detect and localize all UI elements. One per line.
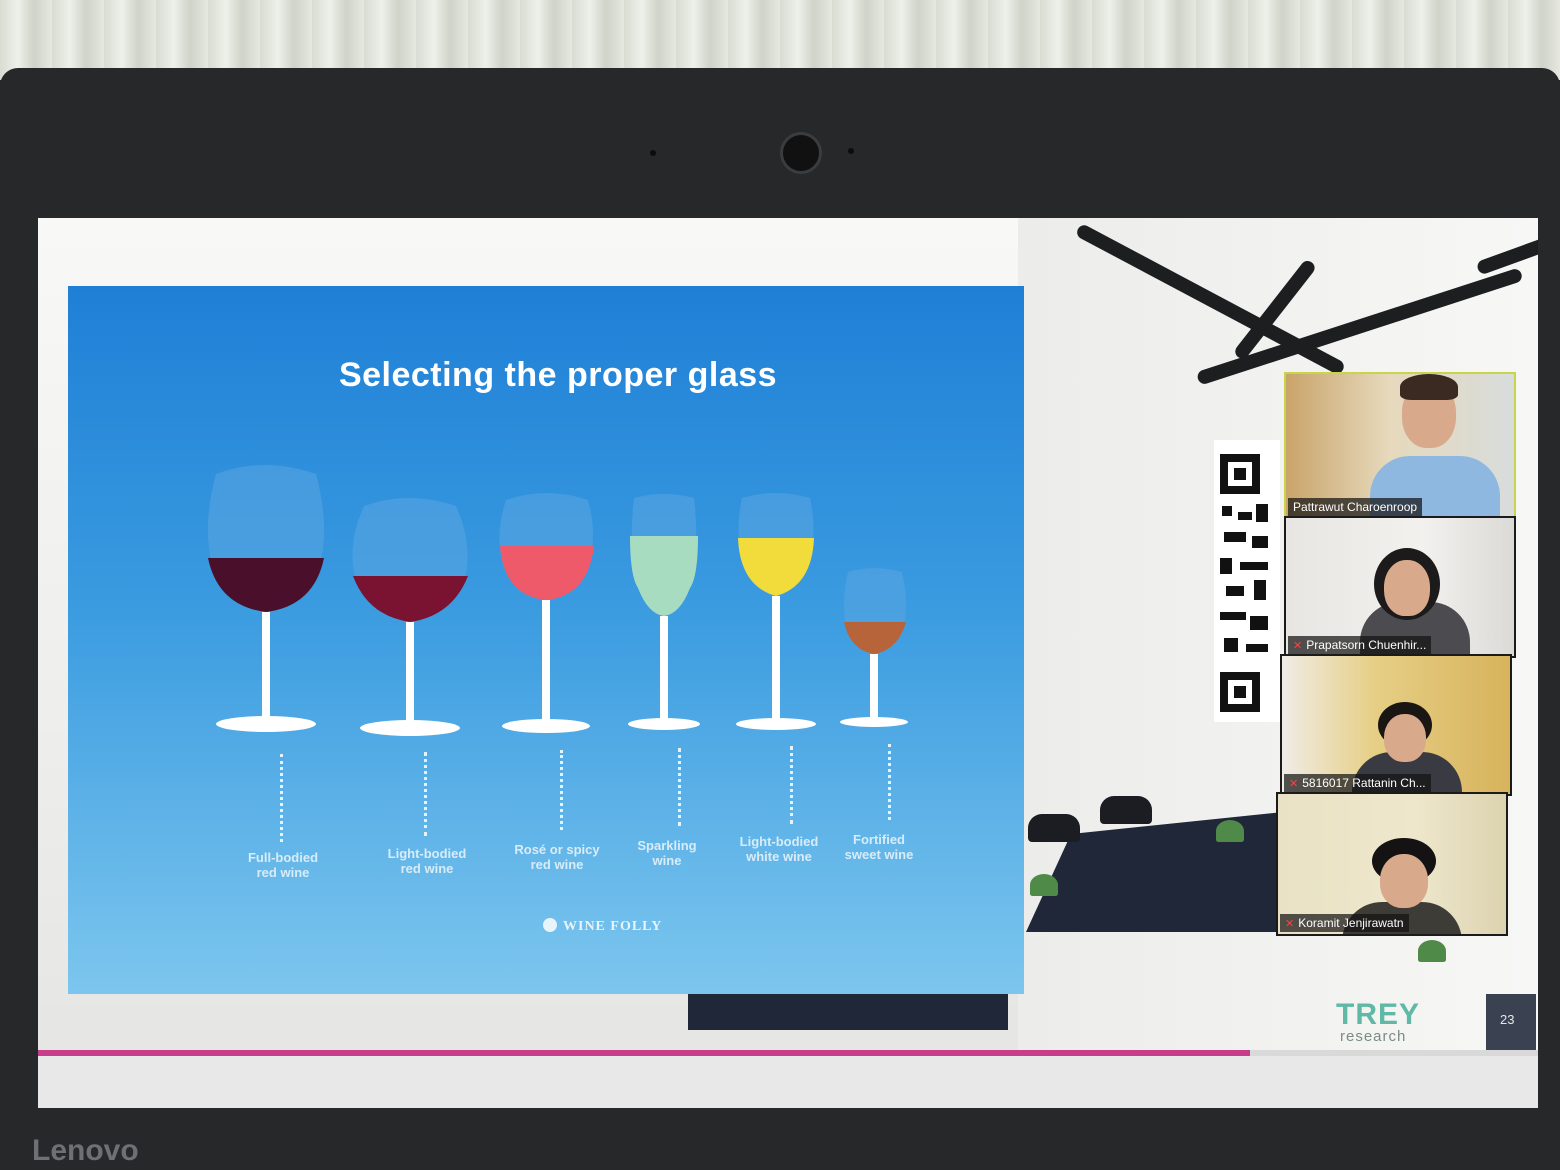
participant-name: ✕ 5816017 Rattanin Ch... [1284,774,1431,792]
plant [1030,874,1058,896]
slide-progress-remaining [1250,1050,1538,1056]
video-tile-participant-1[interactable]: Pattrawut Charoenroop [1284,372,1516,520]
page-number: 23 [1500,1012,1515,1027]
glass-label-2: Light-bodied red wine [387,846,467,876]
screen-bottom-strip [38,1056,1538,1108]
glass-label-6: Fortified sweet wine [844,832,914,862]
webcam-indicator-right [848,148,854,154]
wine-folly-logo: WINE FOLLY [543,918,662,935]
dotted-line [790,746,793,824]
dotted-line [424,752,427,836]
participant-name: ✕ Prapatsorn Chuenhir... [1288,636,1432,654]
trey-logo-subtitle: research [1340,1028,1407,1045]
muted-mic-icon: ✕ [1285,918,1295,930]
wine-fill [630,536,698,616]
video-tile-participant-4[interactable]: ✕ Koramit Jenjirawatn [1276,792,1508,936]
webcam [780,132,822,174]
laptop-screen: Selecting the proper glass Full-bodied r… [38,218,1538,1108]
wine-fill [208,558,324,612]
light-bodied-red-glass-icon [352,498,468,736]
wine-fill [738,538,814,596]
trey-logo: TREY [1336,998,1421,1031]
glass-label-4: Sparkling wine [637,838,697,868]
laptop-brand-logo: Lenovo [32,1134,139,1167]
plant [1418,940,1446,962]
fortified-sweet-glass-icon [840,568,908,727]
rose-spicy-red-glass-icon [499,493,594,733]
chair [1028,814,1080,842]
wine-fill [500,546,594,600]
light-bodied-white-glass-icon [736,493,816,730]
shared-slide: Selecting the proper glass Full-bodied r… [68,286,1024,994]
glass-label-1: Full-bodied red wine [247,850,319,880]
muted-mic-icon: ✕ [1293,640,1303,652]
chair [1100,796,1152,824]
dotted-line [888,744,891,820]
wine-fill [844,622,906,654]
dotted-line [280,754,283,842]
slide-progress-bar [38,1050,1250,1056]
webcam-indicator-left [650,150,656,156]
dotted-line [560,750,563,830]
wine-fill [353,576,468,622]
video-tile-participant-3[interactable]: ✕ 5816017 Rattanin Ch... [1280,654,1512,796]
slide-title: Selecting the proper glass [338,356,778,394]
participant-name: Pattrawut Charoenroop [1288,498,1423,516]
muted-mic-icon: ✕ [1289,778,1299,790]
full-bodied-red-glass-icon [207,465,325,732]
plant [1216,820,1244,842]
sparkling-glass-icon [628,494,700,730]
video-tile-participant-2[interactable]: ✕ Prapatsorn Chuenhir... [1284,516,1516,658]
wine-folly-icon [543,918,557,932]
participant-name: ✕ Koramit Jenjirawatn [1280,914,1409,932]
dotted-line [678,748,681,826]
qr-code [1214,440,1280,722]
